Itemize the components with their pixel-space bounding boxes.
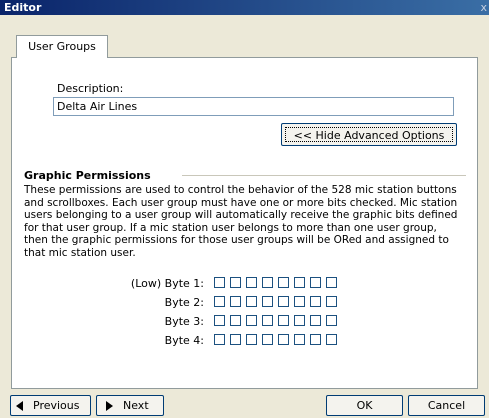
next-button[interactable]: Next (96, 395, 164, 416)
bit-checkbox[interactable] (294, 296, 305, 307)
bit-checkbox[interactable] (262, 334, 273, 345)
bit-checkbox[interactable] (326, 315, 337, 326)
hide-advanced-options-button[interactable]: << Hide Advanced Options (281, 123, 457, 146)
bit-checkbox[interactable] (214, 296, 225, 307)
window-title: Editor (4, 1, 42, 14)
description-label: Description: (57, 82, 124, 95)
bit-checkboxes (214, 296, 342, 307)
bit-checkbox[interactable] (310, 277, 321, 288)
bit-checkbox[interactable] (326, 296, 337, 307)
bit-checkbox[interactable] (246, 334, 257, 345)
byte-label: Byte 2: (164, 296, 204, 309)
tab-user-groups[interactable]: User Groups (16, 35, 108, 58)
byte-label: Byte 4: (164, 334, 204, 347)
bit-checkbox[interactable] (310, 334, 321, 345)
bit-checkbox[interactable] (294, 277, 305, 288)
bit-checkbox[interactable] (214, 334, 225, 345)
bit-checkbox[interactable] (214, 277, 225, 288)
bit-checkboxes (214, 334, 342, 345)
bit-checkboxes (214, 277, 342, 288)
advanced-button-label: << Hide Advanced Options (285, 127, 453, 142)
bit-checkbox[interactable] (310, 315, 321, 326)
previous-label: Previous (33, 399, 80, 412)
arrow-right-icon (106, 401, 113, 411)
graphic-permissions-description: These permissions are used to control th… (24, 184, 458, 259)
group-divider (182, 175, 466, 176)
bit-checkbox[interactable] (230, 334, 241, 345)
bit-checkbox[interactable] (278, 315, 289, 326)
graphic-permissions-title: Graphic Permissions (24, 169, 151, 182)
arrow-left-icon (16, 401, 23, 411)
bit-checkbox[interactable] (246, 315, 257, 326)
bit-checkbox[interactable] (214, 315, 225, 326)
title-bar: Editor x (0, 0, 489, 15)
byte-label: (Low) Byte 1: (130, 277, 204, 290)
bit-checkbox[interactable] (262, 315, 273, 326)
bit-checkbox[interactable] (230, 277, 241, 288)
bit-checkboxes (214, 315, 342, 326)
next-label: Next (123, 399, 149, 412)
bit-checkbox[interactable] (278, 277, 289, 288)
bit-checkbox[interactable] (294, 334, 305, 345)
byte-label: Byte 3: (164, 315, 204, 328)
bit-checkbox[interactable] (262, 277, 273, 288)
bit-checkbox[interactable] (278, 334, 289, 345)
bit-checkbox[interactable] (246, 296, 257, 307)
bit-checkbox[interactable] (294, 315, 305, 326)
description-input[interactable]: Delta Air Lines (53, 97, 454, 116)
close-icon[interactable]: x (480, 0, 487, 15)
bit-checkbox[interactable] (230, 315, 241, 326)
bit-checkbox[interactable] (278, 296, 289, 307)
bit-checkbox[interactable] (326, 334, 337, 345)
bit-checkbox[interactable] (246, 277, 257, 288)
cancel-button[interactable]: Cancel (408, 395, 485, 416)
bit-checkbox[interactable] (326, 277, 337, 288)
bit-checkbox[interactable] (230, 296, 241, 307)
ok-button[interactable]: OK (326, 395, 403, 416)
previous-button[interactable]: Previous (10, 395, 91, 416)
bit-checkbox[interactable] (262, 296, 273, 307)
bit-checkbox[interactable] (310, 296, 321, 307)
